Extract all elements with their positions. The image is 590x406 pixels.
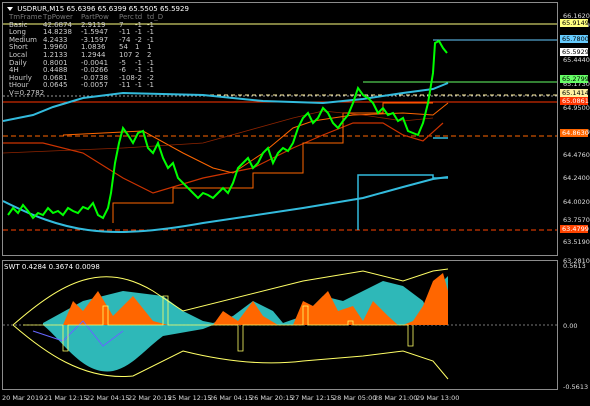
teal-lower-band	[3, 176, 449, 233]
price-axis-label: 65.4440	[563, 56, 590, 64]
ohlc-values: 65.6396 65.6399 65.5505 65.5929	[66, 5, 189, 13]
price-tag: 65.9149	[560, 19, 589, 27]
indicator-table: TmFrame TpPower PartPow Perc td td_D Basic 42.6…	[9, 13, 163, 98]
price-axis-label: 64.4760	[563, 151, 590, 159]
time-axis-label: 29 Mar 13:00	[416, 394, 460, 402]
teal-step	[357, 174, 448, 230]
time-axis-label: 25 Mar 12:15	[168, 394, 212, 402]
time-axis-label: 22 Mar 20:15	[128, 394, 172, 402]
oscillator-title: SWT 0.4284 0.3674 0.0098	[4, 263, 100, 271]
price-tag: 63.4799	[560, 225, 589, 233]
price-axis-label: 63.5190	[563, 238, 590, 246]
osc-axis-bottom: -0.5613	[563, 383, 589, 391]
symbol-label: USDRUR,M15	[17, 5, 65, 13]
price-tag: 65.7800	[560, 35, 589, 43]
price-tag: 64.8630	[560, 129, 589, 137]
oscillator-plot	[3, 268, 557, 380]
time-axis-label: 26 Mar 04:15	[209, 394, 253, 402]
chart-window[interactable]: USDRUR,M15 65.6396 65.6399 65.5505 65.59…	[0, 0, 590, 406]
oscillator-pane[interactable]	[2, 260, 558, 390]
time-axis-label: 26 Mar 20:15	[250, 394, 294, 402]
time-axis-label: 27 Mar 12:15	[291, 394, 335, 402]
price-tag: 65.1414	[560, 89, 589, 97]
symbol-header: USDRUR,M15 65.6396 65.6399 65.5505 65.59…	[7, 5, 189, 13]
price-tag: 65.5929	[560, 48, 589, 56]
price-pane[interactable]: USDRUR,M15 65.6396 65.6399 65.5505 65.59…	[2, 2, 558, 256]
table-cell: -1	[135, 81, 142, 90]
price-tag: 65.2799	[560, 75, 589, 83]
table-cell: -11	[119, 81, 131, 90]
time-axis-label: 28 Mar 21:00	[374, 394, 418, 402]
table-cell: 0.0645	[43, 81, 68, 90]
table-cell: -0.0057	[81, 81, 109, 90]
table-cell: -1	[147, 81, 154, 90]
price-tag: 65.0861	[560, 97, 589, 105]
price-axis-label: 63.7570	[563, 216, 590, 224]
osc-axis-top: 0.5613	[563, 262, 586, 270]
time-axis-label: 22 Mar 04:15	[86, 394, 130, 402]
price-axis-label: 64.2400	[563, 174, 590, 182]
time-axis-label: 28 Mar 05:00	[333, 394, 377, 402]
volatility-label: V=0.2782	[9, 88, 45, 97]
time-axis-label: 21 Mar 12:15	[44, 394, 88, 402]
dropdown-arrow-icon[interactable]	[7, 7, 13, 11]
time-axis-label: 20 Mar 2019	[2, 394, 44, 402]
price-axis-label: 64.9500	[563, 104, 590, 112]
price-axis-label: 64.0020	[563, 198, 590, 206]
osc-axis-zero: 0.00	[563, 322, 578, 330]
red-ma	[3, 122, 444, 194]
